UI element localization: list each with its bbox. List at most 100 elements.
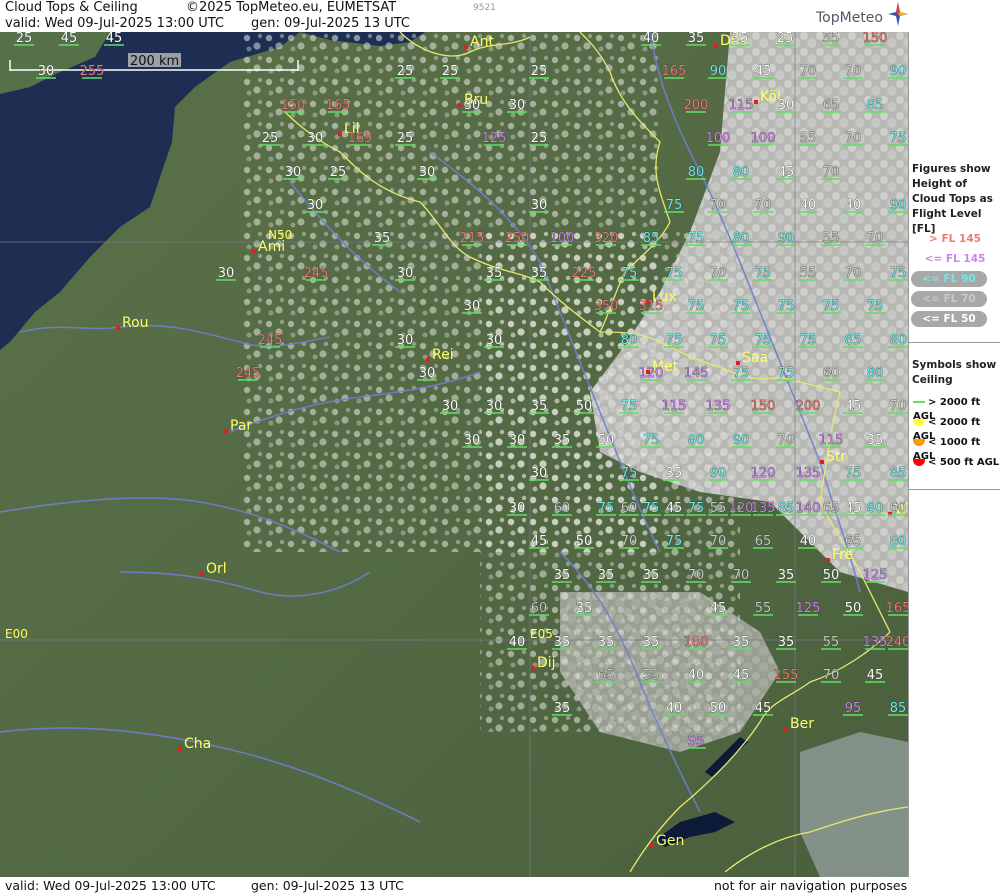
cloud-top-fl-label: 60 — [554, 501, 571, 516]
cloud-top-fl-label: 35 — [598, 635, 615, 650]
cloud-top-fl-label: 80 — [890, 333, 907, 348]
cloud-top-fl-label: 30 — [509, 433, 526, 448]
generated-time: gen: 09-Jul-2025 13 UTC — [251, 16, 410, 31]
ceiling-legend-title: Symbols show Ceiling — [912, 359, 997, 386]
cloud-top-fl-label: 35 — [666, 466, 683, 481]
cloud-top-fl-label: 70 — [867, 231, 884, 246]
cloud-top-fl-label: 30 — [307, 198, 324, 213]
cloud-top-fl-label: 25 — [16, 32, 33, 46]
cloud-top-fl-label: 135 — [706, 399, 731, 414]
cloud-top-fl-label: 85 — [890, 701, 907, 716]
cloud-top-fl-label: 35 — [531, 399, 548, 414]
cloud-top-fl-label: 90 — [778, 231, 795, 246]
cloud-top-fl-label: 200 — [796, 399, 821, 414]
cloud-top-fl-label: 50 — [710, 701, 727, 716]
cloud-top-fl-label: 55 — [800, 266, 817, 281]
city-marker — [736, 361, 740, 365]
footer: valid: Wed 09-Jul-2025 13:00 UTC gen: 09… — [0, 877, 1000, 893]
cloud-top-fl-label: 75 — [845, 466, 862, 481]
cloud-top-fl-label: 45 — [755, 64, 772, 79]
cloud-top-fl-label: 70 — [755, 198, 772, 213]
cloud-top-fl-label: 90 — [710, 466, 727, 481]
ceiling-legend-label: < 500 ft AGL — [928, 457, 1000, 468]
cloud-top-fl-label: 80 — [688, 433, 705, 448]
city-marker — [754, 100, 758, 104]
cloud-top-fl-label: 75 — [867, 299, 884, 314]
cloud-top-fl-label: 70 — [778, 433, 795, 448]
cloud-top-fl-label: 65 — [845, 534, 862, 549]
cloud-top-fl-label: 70 — [621, 534, 638, 549]
cloud-top-fl-label: 35 — [554, 635, 571, 650]
cloud-top-fl-label: 165 — [662, 64, 687, 79]
alps-snow — [800, 732, 908, 877]
cloud-top-fl-label: 40 — [643, 32, 660, 46]
cloud-top-fl-label: 85 — [867, 98, 884, 113]
cloud-top-fl-label: 75 — [666, 333, 683, 348]
cloud-top-fl-label: 25 — [397, 131, 414, 146]
cloud-top-fl-label: 35 — [643, 568, 660, 583]
cloud-top-fl-label: 100 — [751, 131, 776, 146]
cloud-top-fl-label: 135 — [796, 466, 821, 481]
cloud-top-fl-label: 75 — [733, 299, 750, 314]
cloud-top-fl-label: 80 — [733, 165, 750, 180]
cloud-top-fl-label: 90 — [733, 433, 750, 448]
city-marker — [826, 558, 830, 562]
cloud-top-fl-label: 55 — [823, 32, 840, 46]
cloud-top-fl-label: 125 — [482, 131, 507, 146]
cloud-top-fl-label: 60 — [621, 501, 638, 516]
cloud-top-fl-label: 35 — [778, 635, 795, 650]
cloud-top-fl-label: 90 — [710, 64, 727, 79]
cloud-top-fl-label: 90 — [890, 64, 907, 79]
city-marker — [252, 250, 256, 254]
cloud-top-fl-label: 65 — [823, 98, 840, 113]
cloud-top-fl-label: 245 — [236, 366, 261, 381]
city-marker — [178, 747, 182, 751]
city-label: Par — [230, 418, 252, 434]
cloud-top-fl-label: 65 — [598, 668, 615, 683]
city-label: Str — [826, 449, 846, 465]
cloud-top-fl-label: 125 — [796, 601, 821, 616]
cloud-top-fl-label: 115 — [729, 98, 754, 113]
cloud-top-fl-label: 150 — [281, 98, 306, 113]
cloud-top-fl-label: 25 — [777, 32, 794, 46]
cloud-top-fl-label: 55 — [755, 601, 772, 616]
cloud-top-fl-label: 35 — [867, 433, 884, 448]
cloud-top-fl-label: 30 — [397, 266, 414, 281]
grid-label-e00: E00 — [5, 627, 28, 641]
cloud-top-fl-label: 70 — [823, 165, 840, 180]
cloud-top-fl-label: 60 — [823, 366, 840, 381]
cloud-top-fl-label: 45 — [106, 32, 123, 46]
cloud-top-fl-label: 65 — [755, 534, 772, 549]
cloud-top-fl-label: 80 — [867, 366, 884, 381]
ceiling-legend-item: < 500 ft AGL — [913, 456, 1000, 470]
city-label: Cha — [184, 736, 211, 752]
city-label: Saa — [742, 350, 768, 366]
cloud-top-fl-label: 50 — [598, 433, 615, 448]
cloud-top-fl-label: 35 — [733, 635, 750, 650]
cloud-top-fl-label: 165 — [348, 131, 373, 146]
cloud-top-fl-label: 50 — [845, 601, 862, 616]
legend-divider-bottom — [909, 489, 1000, 490]
image-code: 9521 — [473, 3, 496, 13]
cloud-top-fl-label: 80 — [688, 165, 705, 180]
cloud-top-fl-label: 75 — [755, 266, 772, 281]
cloud-top-fl-label: 125 — [863, 568, 888, 583]
cloud-top-fl-label: 180 — [684, 635, 709, 650]
cloud-top-fl-label: 30 — [531, 466, 548, 481]
cloud-top-fl-label: 35 — [598, 568, 615, 583]
cloud-top-fl-label: 25 — [531, 131, 548, 146]
cloud-top-fl-label: 25 — [531, 64, 548, 79]
city-marker — [458, 103, 462, 107]
product-title: Cloud Tops & Ceiling — [5, 0, 138, 15]
cloud-top-fl-label: 30 — [419, 366, 436, 381]
cloud-top-fl-label: 30 — [531, 198, 548, 213]
cloud-top-fl-label: 40 — [666, 701, 683, 716]
cloud-top-fl-label: 45 — [867, 668, 884, 683]
city-label: Ami — [258, 239, 285, 255]
cloud-top-fl-label: 85 — [890, 466, 907, 481]
cloud-top-fl-label: 70 — [845, 131, 862, 146]
city-marker — [200, 572, 204, 576]
cloud-top-fl-label: 50 — [823, 568, 840, 583]
cloud-top-fl-label: 45 — [778, 165, 795, 180]
fl-legend-item: > FL 145 — [929, 233, 981, 245]
